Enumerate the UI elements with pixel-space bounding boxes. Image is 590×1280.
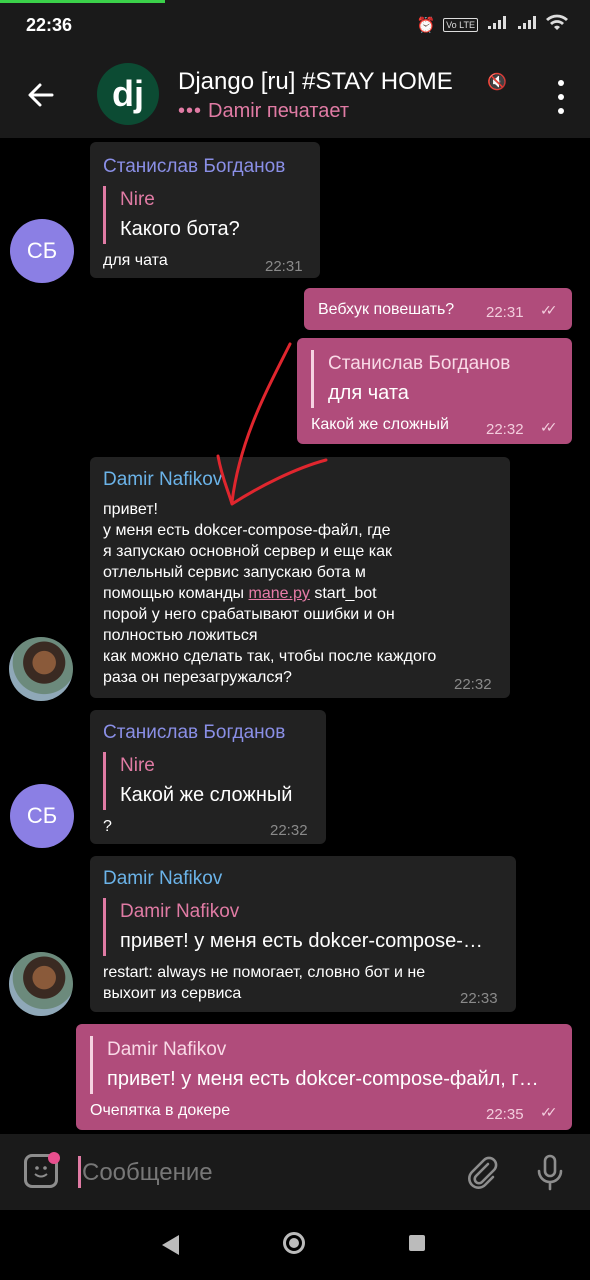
message-list[interactable]: СБ Станислав Богданов Nire Какого бота? … (0, 138, 590, 1134)
signal-icon (516, 15, 538, 35)
message-composer (0, 1134, 590, 1210)
notification-dot-icon (48, 1152, 60, 1164)
message-bubble[interactable]: Damir Nafikov привет! у меня есть dokcer… (90, 457, 510, 698)
message-bubble[interactable]: Станислав Богданов Nire Какого бота? для… (90, 142, 320, 278)
menu-dot-icon (558, 108, 564, 114)
message-time: 22:31 (486, 304, 524, 321)
reply-preview[interactable]: Станислав Богданов для чата (311, 350, 510, 408)
message-sender[interactable]: Станислав Богданов (103, 722, 285, 744)
muted-icon: 🔇 (487, 74, 507, 91)
reply-sender: Damir Nafikov (120, 901, 240, 922)
message-text: привет! у меня есть dokcer-compose-файл,… (103, 499, 503, 688)
text-line: выхоит из сервиса (103, 985, 242, 1002)
text-line: раза он перезагружался? (103, 669, 292, 686)
text-line: порой у него срабатывают ошибки и он (103, 606, 395, 623)
reply-preview[interactable]: Nire Какого бота? (103, 186, 240, 244)
back-button[interactable] (24, 78, 58, 112)
message-time: 22:31 (265, 258, 303, 275)
text-line: отлельный сервис запускаю бота м (103, 564, 366, 581)
read-checkmarks-icon: ✓✓ (540, 302, 558, 318)
reply-sender: Damir Nafikov (107, 1039, 227, 1060)
reply-text: привет! у меня есть dokcer-compose-… (120, 930, 483, 952)
message-time: 22:35 (486, 1106, 524, 1123)
message-time: 22:32 (454, 676, 492, 693)
signal-icon (486, 15, 508, 35)
typing-dots-icon: ••• (178, 100, 203, 122)
typing-status-text: Damir печатает (208, 100, 349, 122)
avatar[interactable] (9, 637, 73, 701)
attach-button[interactable] (466, 1156, 498, 1190)
wifi-icon (546, 14, 568, 36)
message-text: Очепятка в докере (90, 1102, 231, 1119)
avatar[interactable]: СБ (10, 784, 74, 848)
chat-title[interactable]: Django [ru] #STAY HOME (178, 68, 453, 96)
message-text: для чата (103, 252, 168, 269)
message-input[interactable] (80, 1152, 444, 1194)
message-text: ? (103, 818, 112, 835)
text-line: как можно сделать так, чтобы после каждо… (103, 648, 437, 665)
message-sender[interactable]: Damir Nafikov (103, 469, 222, 491)
paperclip-icon (468, 1156, 498, 1189)
arrow-left-icon (28, 83, 54, 107)
more-menu-button[interactable] (554, 80, 568, 114)
avatar[interactable] (9, 952, 73, 1016)
message-sender[interactable]: Станислав Богданов (103, 156, 285, 178)
message-sender[interactable]: Damir Nafikov (103, 868, 222, 890)
chat-header: dj Django [ru] #STAY HOME 🔇 ••• Damir печ… (0, 52, 590, 138)
status-icons: ⏰ Vo LTE (416, 14, 568, 36)
reply-preview[interactable]: Damir Nafikov привет! у меня есть dokcer… (90, 1036, 539, 1094)
system-nav-bar (0, 1210, 590, 1280)
message-text: restart: always не помогает, словно бот … (103, 962, 503, 1004)
reply-sender: Nire (120, 189, 155, 210)
status-bar: 22:36 ⏰ Vo LTE (0, 0, 590, 52)
message-bubble[interactable]: Damir Nafikov привет! у меня есть dokcer… (76, 1024, 572, 1130)
read-checkmarks-icon: ✓✓ (540, 419, 558, 435)
volte-icon: Vo LTE (443, 18, 478, 32)
message-time: 22:32 (270, 822, 308, 839)
chat-avatar[interactable]: dj (97, 63, 159, 125)
avatar[interactable]: СБ (10, 219, 74, 283)
message-text: Какой же сложный (311, 416, 449, 433)
message-bubble[interactable]: Вебхук повешать? 22:31 ✓✓ (304, 288, 572, 330)
reply-text: привет! у меня есть dokcer-compose-файл,… (107, 1068, 539, 1090)
menu-dot-icon (558, 94, 564, 100)
message-time: 22:33 (460, 990, 498, 1007)
message-link[interactable]: mane.py (249, 585, 310, 602)
text-line: я запускаю основной сервер и еще как (103, 543, 392, 560)
status-progress-bar (0, 0, 165, 3)
text-line: restart: always не помогает, словно бот … (103, 964, 426, 981)
reply-sender: Nire (120, 755, 155, 776)
reply-text: для чата (328, 382, 409, 404)
text-segment: помощью команды (103, 585, 245, 602)
text-line: помощью команды mane.py start_bot (103, 583, 503, 604)
alarm-off-icon: ⏰ (416, 17, 436, 34)
text-line: у меня есть dokcer-compose-файл, где (103, 522, 391, 539)
microphone-icon (537, 1154, 563, 1191)
nav-home-icon[interactable] (283, 1232, 305, 1254)
message-bubble[interactable]: Станислав Богданов Nire Какой же сложный… (90, 710, 326, 844)
voice-record-button[interactable] (534, 1154, 566, 1192)
reply-preview[interactable]: Nire Какой же сложный (103, 752, 292, 810)
reply-preview[interactable]: Damir Nafikov привет! у меня есть dokcer… (103, 898, 483, 956)
menu-dot-icon (558, 80, 564, 86)
text-line: полностью ложиться (103, 627, 258, 644)
reply-text: Какого бота? (120, 218, 240, 240)
message-bubble[interactable]: Damir Nafikov Damir Nafikov привет! у ме… (90, 856, 516, 1012)
message-time: 22:32 (486, 421, 524, 438)
text-segment: start_bot (314, 585, 377, 602)
message-text: Вебхук повешать? (318, 301, 455, 318)
read-checkmarks-icon: ✓✓ (540, 1104, 558, 1120)
status-time: 22:36 (26, 15, 73, 35)
nav-recents-icon[interactable] (409, 1235, 425, 1251)
nav-back-icon[interactable] (162, 1235, 179, 1255)
reply-sender: Станислав Богданов (328, 353, 511, 374)
reply-text: Какой же сложный (120, 784, 293, 806)
text-line: привет! (103, 501, 158, 518)
message-bubble[interactable]: Станислав Богданов для чата Какой же сло… (297, 338, 572, 444)
typing-status: ••• Damir печатает (178, 100, 349, 123)
